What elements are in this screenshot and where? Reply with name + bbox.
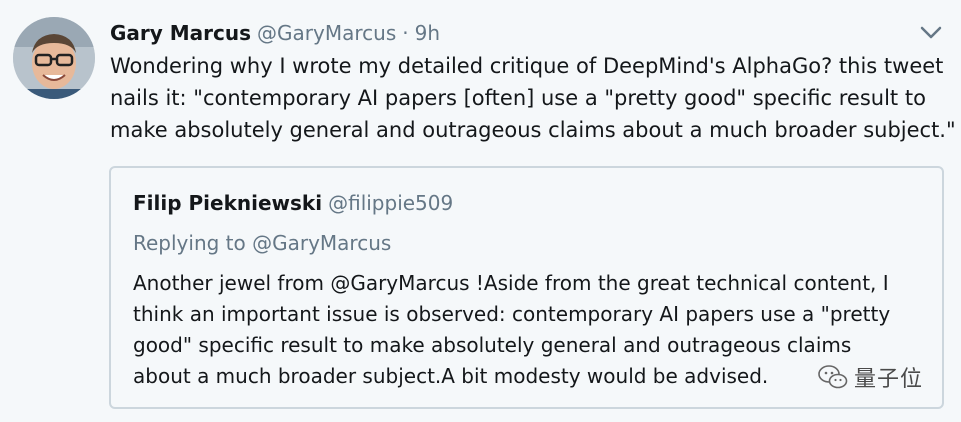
watermark-text: 量子位 <box>854 367 924 392</box>
quoted-text-line: think an important issue is observed: co… <box>133 302 891 326</box>
quoted-tweet-header: Filip Piekniewski @filippie509 <box>133 188 453 218</box>
avatar-photo-icon <box>13 17 95 99</box>
tweet-header: Gary Marcus @GaryMarcus · 9h <box>110 18 440 48</box>
tweet-text-line: Wondering why I wrote my detailed critiq… <box>110 54 944 78</box>
tweet-timestamp[interactable]: 9h <box>415 21 440 45</box>
author-avatar[interactable] <box>13 17 95 99</box>
tweet-text-line: make absolutely general and outrageous c… <box>110 118 956 142</box>
wechat-icon <box>818 365 848 389</box>
quoted-text-line: about a much broader subject.A bit modes… <box>133 364 769 388</box>
quoted-text-line: good" specific result to make absolutely… <box>133 333 852 357</box>
quoted-author-handle: @filippie509 <box>328 191 454 215</box>
watermark: 量子位 <box>818 362 923 392</box>
tweet-card[interactable]: Gary Marcus @GaryMarcus · 9h Wondering why … <box>0 0 961 422</box>
tweet-text-line: nails it: "contemporary AI papers [often… <box>110 86 926 110</box>
quoted-tweet-text: Another jewel from @GaryMarcus !Aside fr… <box>133 268 923 392</box>
quoted-author-name: Filip Piekniewski <box>133 191 323 215</box>
quoted-reply-line: Replying to @GaryMarcus <box>133 231 392 255</box>
separator-dot: · <box>402 21 409 45</box>
chevron-down-icon[interactable] <box>918 22 944 42</box>
tweet-text: Wondering why I wrote my detailed critiq… <box>110 50 956 146</box>
author-handle[interactable]: @GaryMarcus <box>257 21 396 45</box>
author-name[interactable]: Gary Marcus <box>110 21 251 45</box>
quoted-text-line: Another jewel from @GaryMarcus !Aside fr… <box>133 271 889 295</box>
